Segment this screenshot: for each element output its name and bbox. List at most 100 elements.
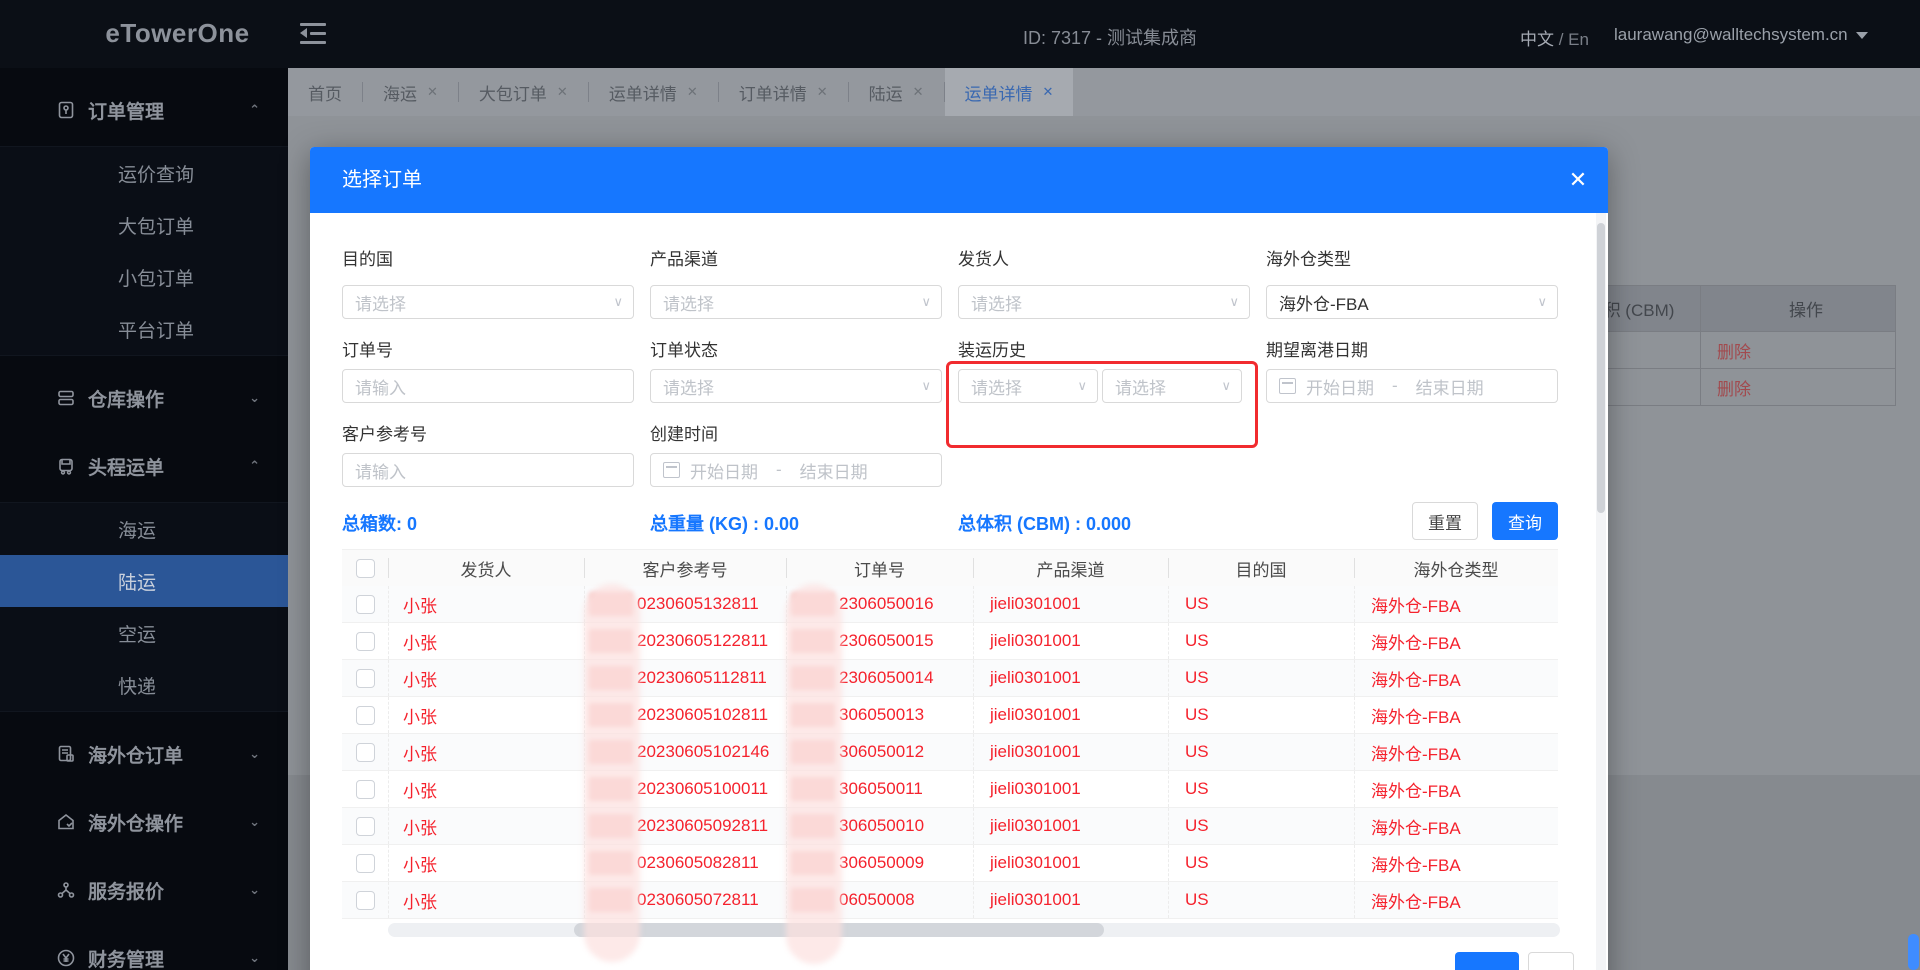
- sidebar-group-订单管理[interactable]: 订单管理 ⌃: [0, 84, 288, 136]
- column-header-海外仓类型: 海外仓类型: [1354, 550, 1558, 586]
- sidebar-group-海外仓订单[interactable]: 海外仓订单 ⌄: [0, 728, 288, 780]
- modal-vertical-scrollbar[interactable]: [1596, 213, 1606, 970]
- shipper-cell: 小张: [388, 697, 584, 733]
- customer-ref-input[interactable]: 请输入: [342, 453, 634, 487]
- tab-订单详情[interactable]: 订单详情 ✕: [719, 68, 848, 116]
- warehouse-type-cell: 海外仓-FBA: [1354, 734, 1558, 770]
- column-header-订单号: 订单号: [786, 550, 973, 586]
- row-checkbox[interactable]: [355, 816, 375, 836]
- row-checkbox[interactable]: [355, 779, 375, 799]
- chevron-down-icon: ∨: [1229, 294, 1239, 309]
- close-icon[interactable]: ✕: [1565, 167, 1591, 193]
- shipper-cell: 小张: [388, 586, 584, 622]
- window-scrollbar-thumb[interactable]: [1908, 934, 1919, 970]
- row-checkbox[interactable]: [355, 742, 375, 762]
- tab-label: 大包订单: [478, 84, 547, 104]
- sidebar-group-财务管理[interactable]: 财务管理 ⌄: [0, 932, 288, 970]
- sidebar-item-小包订单[interactable]: 小包订单: [0, 251, 288, 303]
- sidebar-item-快递[interactable]: 快递: [0, 659, 288, 711]
- chevron-down-icon: ∨: [921, 294, 931, 309]
- close-icon[interactable]: ✕: [427, 84, 438, 100]
- tab-运单详情[interactable]: 运单详情 ✕: [589, 68, 718, 116]
- modal-cancel-button-partial[interactable]: [1528, 952, 1574, 970]
- sidebar-group-头程运单[interactable]: 头程运单 ⌃: [0, 440, 288, 492]
- shipper-select[interactable]: 请选择 ∨: [958, 285, 1250, 319]
- table-row: 小张 20230605100011 306050011 jieli0301001 US 海…: [342, 771, 1558, 808]
- sidebar-item-海运[interactable]: 海运: [0, 503, 288, 555]
- country-cell: US: [1168, 586, 1354, 622]
- tab-label: 海运: [383, 84, 417, 104]
- sidebar-group-label: 仓库操作: [88, 389, 165, 411]
- row-checkbox[interactable]: [355, 890, 375, 910]
- row-checkbox[interactable]: [355, 631, 375, 651]
- label-create-time: 创建时间: [650, 425, 718, 444]
- sidebar-group-label: 海外仓订单: [88, 745, 184, 767]
- reset-button[interactable]: 重置: [1412, 502, 1478, 540]
- warehouse-type-cell: 海外仓-FBA: [1354, 623, 1558, 659]
- delete-link[interactable]: 删除: [1717, 375, 1751, 400]
- chevron-down-icon: ∨: [1537, 294, 1547, 309]
- chevron-down-icon: ⌄: [249, 950, 260, 965]
- sidebar-group-仓库操作[interactable]: 仓库操作 ⌄: [0, 372, 288, 424]
- chevron-down-icon: ⌄: [249, 882, 260, 897]
- close-icon[interactable]: ✕: [913, 84, 924, 100]
- select-order-modal: 选择订单 ✕ 目的国 产品渠道 发货人 海外仓类型 请选择 ∨ 请选择 ∨ 请选择 ∨…: [310, 147, 1608, 970]
- shipping-history-select-1[interactable]: 请选择 ∨: [958, 369, 1098, 403]
- warehouse-type-select[interactable]: 海外仓-FBA ∨: [1266, 285, 1558, 319]
- sidebar-group-label: 海外仓操作: [88, 813, 184, 835]
- language-switcher[interactable]: 中文 / En: [1520, 25, 1589, 50]
- redaction-blob: [791, 666, 835, 690]
- order-no-input[interactable]: 请输入: [342, 369, 634, 403]
- top-bar: eTowerOne ID: 7317 - 测试集成商 中文 / En laura…: [0, 0, 1920, 68]
- tab-海运[interactable]: 海运 ✕: [363, 68, 458, 116]
- country-cell: US: [1168, 660, 1354, 696]
- delete-link[interactable]: 删除: [1717, 338, 1751, 363]
- row-checkbox[interactable]: [355, 668, 375, 688]
- create-time-range-picker[interactable]: 开始日期 - 结束日期: [650, 453, 942, 487]
- tab-首页[interactable]: 首页: [288, 68, 362, 116]
- close-icon[interactable]: ✕: [687, 84, 698, 100]
- table-horizontal-scrollbar[interactable]: [388, 923, 1560, 937]
- channel-cell: jieli0301001: [973, 697, 1168, 733]
- close-icon[interactable]: ✕: [1043, 84, 1054, 100]
- tab-label: 订单详情: [738, 84, 807, 104]
- order-no-cell: 2306050016: [786, 586, 973, 622]
- sidebar-group-海外仓操作[interactable]: 海外仓操作 ⌄: [0, 796, 288, 848]
- menu-fold-icon[interactable]: [300, 21, 330, 47]
- sidebar-item-运价查询[interactable]: 运价查询: [0, 147, 288, 199]
- product-channel-select[interactable]: 请选择 ∨: [650, 285, 942, 319]
- customer-ref-cell: 20230605092811: [584, 808, 786, 844]
- close-icon[interactable]: ✕: [817, 84, 828, 100]
- column-header-目的国: 目的国: [1168, 550, 1354, 586]
- close-icon[interactable]: ✕: [557, 84, 568, 100]
- sidebar-item-空运[interactable]: 空运: [0, 607, 288, 659]
- dest-country-select[interactable]: 请选择 ∨: [342, 285, 634, 319]
- orders-table-header: 发货人 客户参考号 订单号 产品渠道 目的国 海外仓类型: [342, 549, 1558, 586]
- order-no-cell: 306050013: [786, 697, 973, 733]
- query-button[interactable]: 查询: [1492, 502, 1558, 540]
- redaction-blob: [589, 666, 633, 690]
- sidebar-submenu: 海运 陆运 空运 快递: [0, 502, 288, 712]
- sidebar-group-服务报价[interactable]: 服务报价 ⌄: [0, 864, 288, 916]
- row-checkbox[interactable]: [355, 594, 375, 614]
- tab-运单详情[interactable]: 运单详情 ✕: [944, 68, 1074, 116]
- row-checkbox[interactable]: [355, 853, 375, 873]
- shipping-history-select-2[interactable]: 请选择 ∨: [1102, 369, 1242, 403]
- sidebar-item-大包订单[interactable]: 大包订单: [0, 199, 288, 251]
- redaction-blob: [791, 777, 835, 801]
- account-menu[interactable]: laurawang@walltechsystem.cn: [1614, 25, 1868, 45]
- modal-confirm-button-partial[interactable]: [1455, 952, 1519, 970]
- tab-陆运[interactable]: 陆运 ✕: [849, 68, 944, 116]
- row-checkbox[interactable]: [355, 705, 375, 725]
- select-all-checkbox[interactable]: [355, 558, 375, 578]
- order-status-select[interactable]: 请选择 ∨: [650, 369, 942, 403]
- tab-大包订单[interactable]: 大包订单 ✕: [459, 68, 588, 116]
- table-row: 小张 20230605112811 2306050014 jieli0301001 US…: [342, 660, 1558, 697]
- yuan-icon: [56, 948, 76, 968]
- country-cell: US: [1168, 734, 1354, 770]
- expected-departure-range-picker[interactable]: 开始日期 - 结束日期: [1266, 369, 1558, 403]
- country-cell: US: [1168, 882, 1354, 918]
- chevron-down-icon: ∨: [613, 294, 623, 309]
- sidebar-item-陆运[interactable]: 陆运: [0, 555, 288, 607]
- sidebar-item-平台订单[interactable]: 平台订单: [0, 303, 288, 355]
